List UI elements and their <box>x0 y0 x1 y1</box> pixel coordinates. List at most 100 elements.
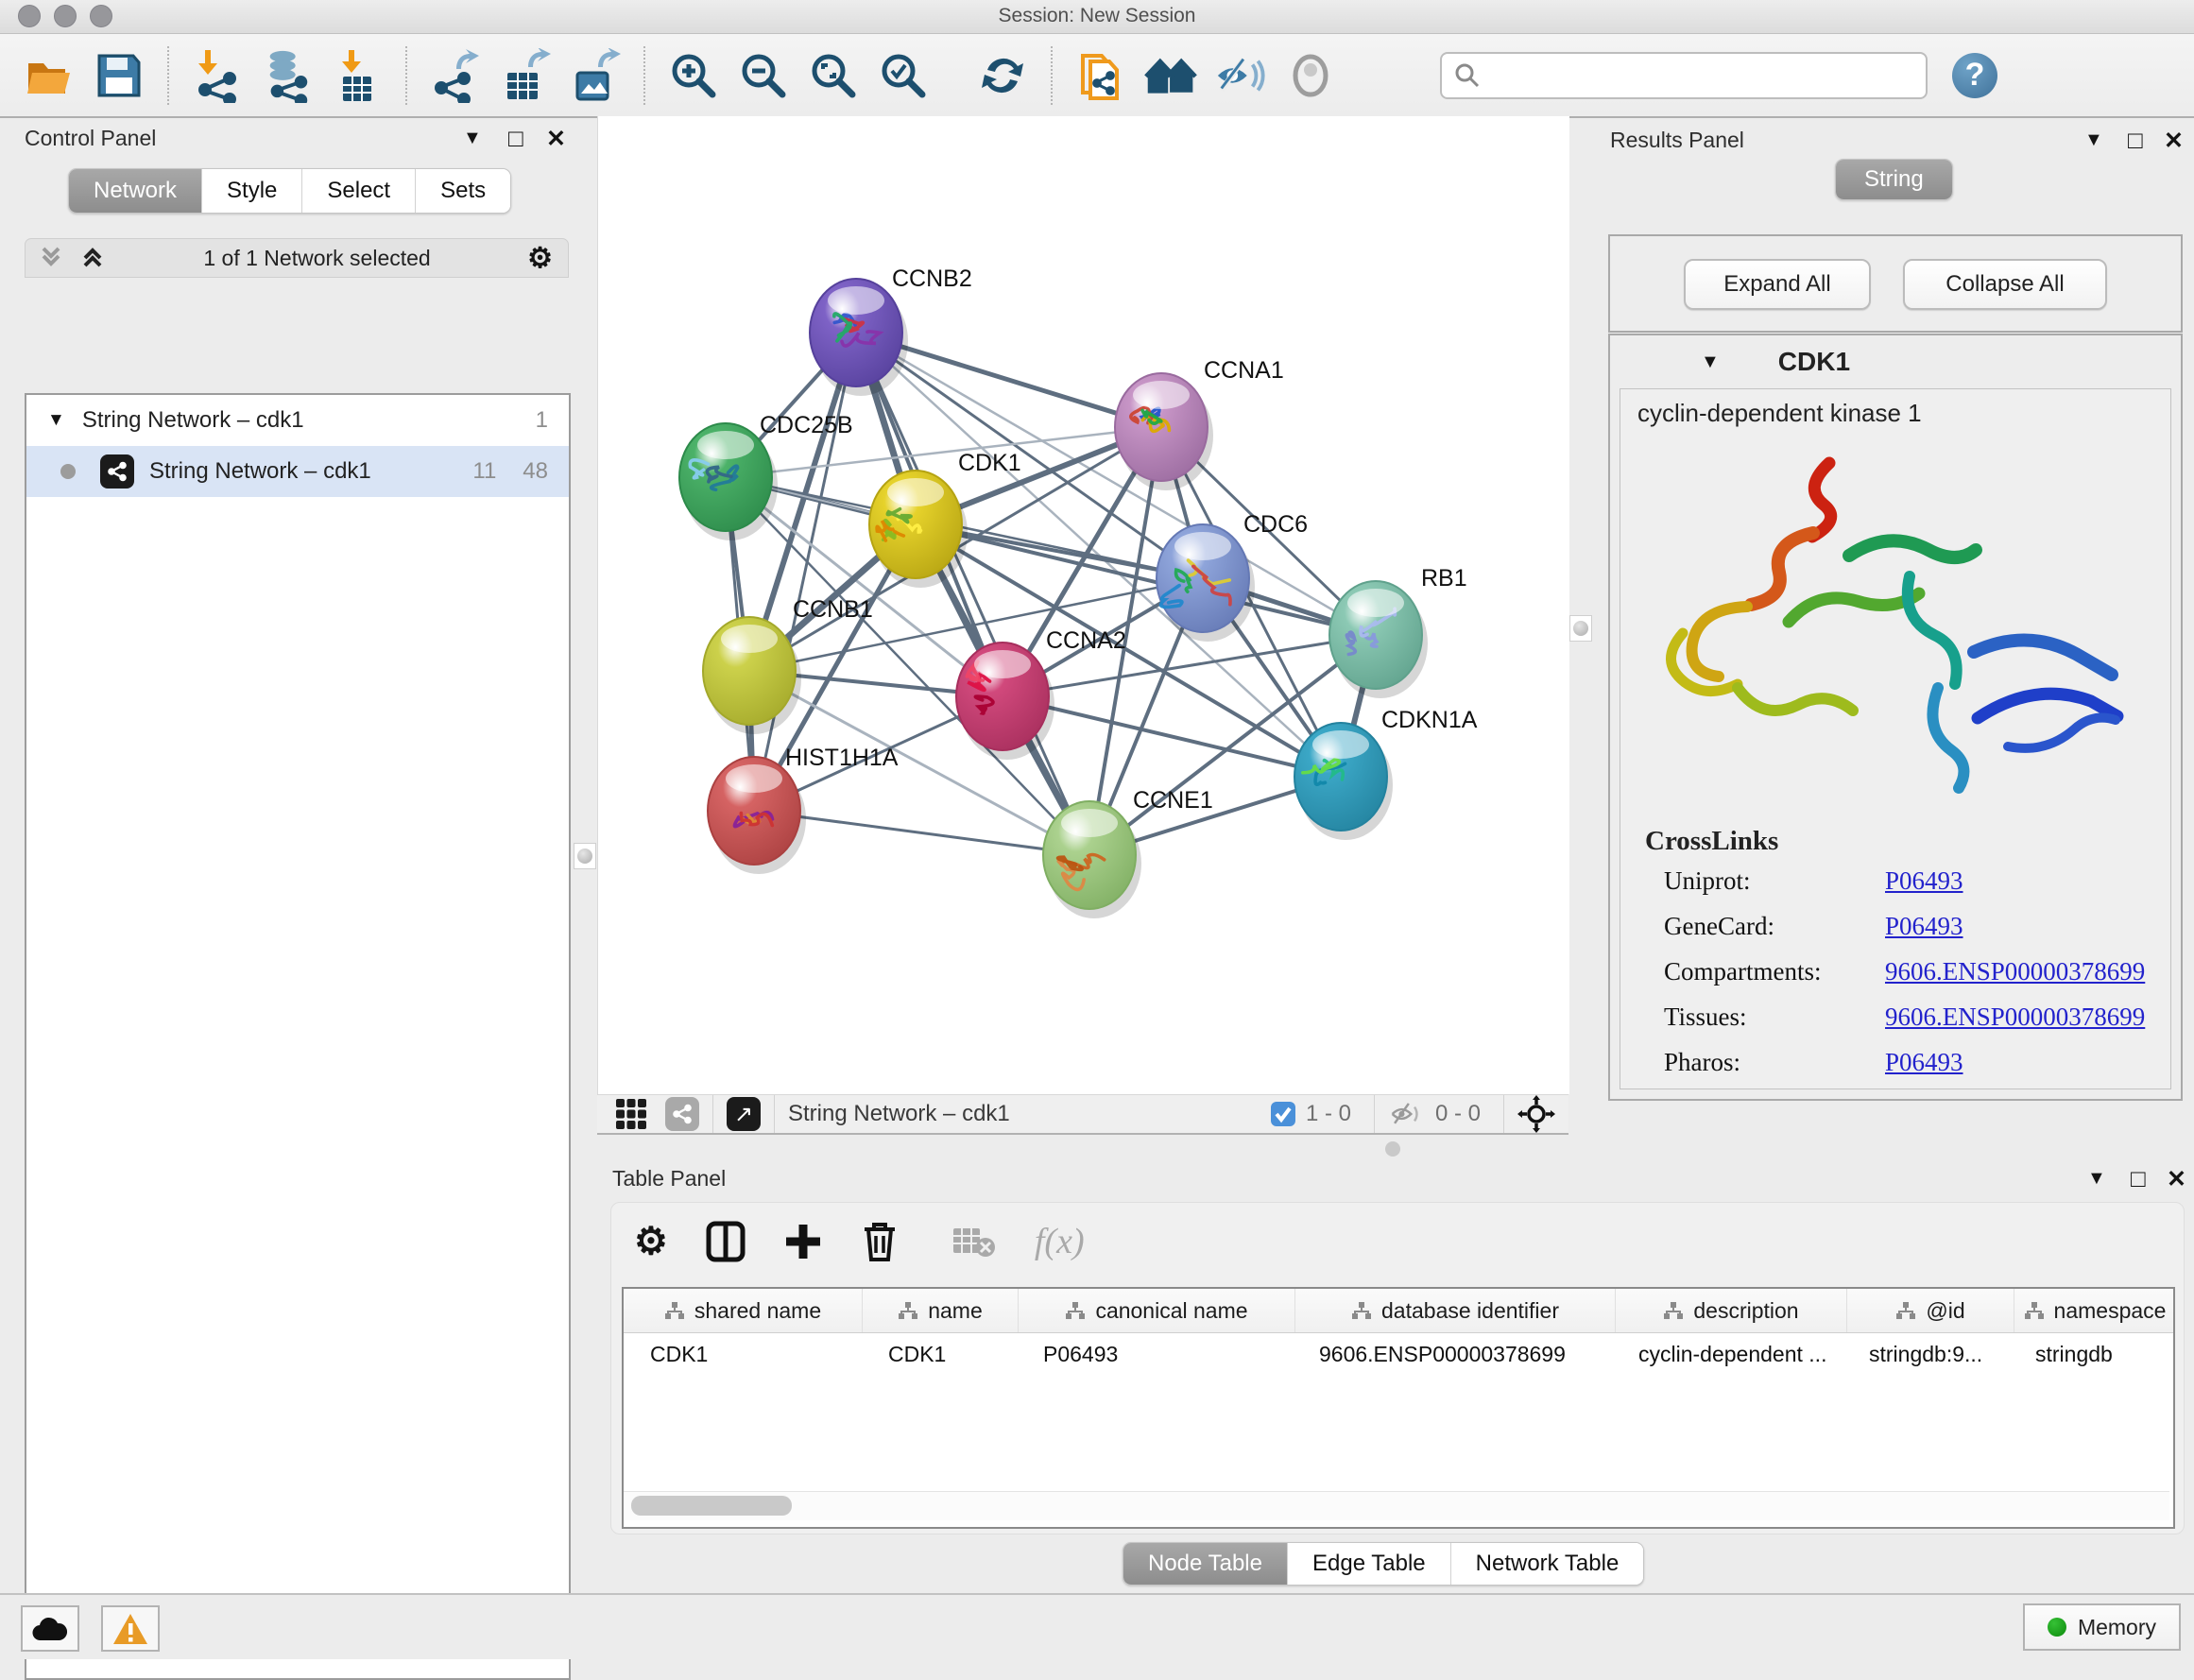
network-node[interactable]: CDC6 <box>1157 511 1308 642</box>
section-expander-icon[interactable]: ▼ <box>1701 351 1720 373</box>
hidden-eye-icon <box>1388 1099 1426 1129</box>
expand-all-button[interactable]: Expand All <box>1684 259 1871 310</box>
horizontal-splitter-handle[interactable] <box>1385 1141 1400 1157</box>
panel-float-icon[interactable]: □ <box>2131 1164 2146 1193</box>
expand-all-networks-icon[interactable] <box>37 245 65 271</box>
table-settings-gear-icon[interactable]: ⚙ <box>634 1220 668 1263</box>
export-image-button[interactable] <box>569 47 622 104</box>
string-network-graph[interactable]: CCNB2 CCNA1 CDC25BCDK1 CDC6RB1 CCNB1 CCNA2 CDK… <box>598 116 1569 1094</box>
network-node[interactable]: CCNE1 <box>1043 787 1213 918</box>
selected-checkbox-icon[interactable] <box>1270 1101 1296 1127</box>
zoom-selected-button[interactable] <box>877 47 930 104</box>
add-column-plus-icon[interactable] <box>783 1221 823 1262</box>
export-network-button[interactable] <box>429 47 482 104</box>
network-node[interactable]: CCNB2 <box>810 266 972 396</box>
scrollbar-thumb[interactable] <box>631 1496 792 1516</box>
search-input[interactable] <box>1482 62 1892 89</box>
panel-menu-icon[interactable]: ▼ <box>2087 1168 2106 1190</box>
tab-node-table[interactable]: Node Table <box>1123 1543 1287 1585</box>
birds-eye-view-icon[interactable]: ↗ <box>727 1097 761 1131</box>
column-header-shared-name[interactable]: shared name <box>624 1289 863 1332</box>
column-header-database-identifier[interactable]: database identifier <box>1295 1289 1616 1332</box>
tab-network[interactable]: Network <box>69 169 201 213</box>
tab-string[interactable]: String <box>1836 160 1952 199</box>
table-cell[interactable]: 9606.ENSP00000378699 <box>1293 1333 1612 1375</box>
import-network-from-database-button[interactable] <box>261 47 314 104</box>
network-canvas[interactable]: CCNB2 CCNA1 CDC25BCDK1 CDC6RB1 CCNB1 CCNA2 CDK… <box>597 116 1569 1094</box>
column-header-namespace[interactable]: namespace <box>2014 1289 2175 1332</box>
tab-network-table[interactable]: Network Table <box>1450 1543 1644 1585</box>
collapse-all-button[interactable]: Collapse All <box>1903 259 2107 310</box>
help-button[interactable]: ? <box>1952 53 1997 98</box>
network-node[interactable]: HIST1H1A <box>708 745 899 874</box>
crosslink-link[interactable]: P06493 <box>1885 1048 1963 1077</box>
table-cell[interactable]: P06493 <box>1017 1333 1293 1375</box>
string-home-button[interactable] <box>1144 47 1197 104</box>
right-splitter-handle[interactable] <box>1569 615 1592 642</box>
table-cell[interactable]: stringdb <box>2009 1333 2169 1375</box>
cloud-services-button[interactable] <box>21 1605 79 1652</box>
table-cell[interactable]: CDK1 <box>624 1333 862 1375</box>
column-header-canonical-name[interactable]: canonical name <box>1019 1289 1295 1332</box>
table-cell[interactable]: CDK1 <box>862 1333 1017 1375</box>
warnings-button[interactable] <box>101 1605 160 1652</box>
grid-view-icon[interactable] <box>612 1095 650 1133</box>
delete-trash-icon[interactable] <box>861 1220 899 1263</box>
network-node[interactable]: CDK1 <box>869 450 1021 588</box>
network-node[interactable]: CDC25B <box>679 412 853 540</box>
left-splitter-handle[interactable] <box>574 843 596 869</box>
network-node[interactable]: CCNA2 <box>956 627 1126 760</box>
column-header--id[interactable]: @id <box>1847 1289 2014 1332</box>
crosslink-link[interactable]: P06493 <box>1885 912 1963 941</box>
network-tree-root-row[interactable]: ▼ String Network – cdk1 1 <box>26 395 569 446</box>
zoom-out-button[interactable] <box>737 47 790 104</box>
show-graphics-details-button[interactable] <box>1284 47 1337 104</box>
import-network-button[interactable] <box>191 47 244 104</box>
network-node[interactable]: RB1 <box>1329 565 1467 698</box>
show-columns-icon[interactable] <box>706 1221 746 1262</box>
column-header-description[interactable]: description <box>1616 1289 1847 1332</box>
crosslink-link[interactable]: P06493 <box>1885 866 1963 896</box>
network-node[interactable]: CDKN1A <box>1294 707 1478 840</box>
tree-expander-icon[interactable]: ▼ <box>47 410 65 431</box>
tab-edge-table[interactable]: Edge Table <box>1287 1543 1450 1585</box>
network-tree-child-row[interactable]: String Network – cdk1 11 48 <box>26 446 569 497</box>
panel-float-icon[interactable]: □ <box>508 124 523 153</box>
zoom-in-button[interactable] <box>667 47 720 104</box>
fit-content-crosshair-icon[interactable] <box>1517 1095 1555 1133</box>
panel-menu-icon[interactable]: ▼ <box>463 128 482 149</box>
table-row[interactable]: CDK1CDK1P064939606.ENSP00000378699cyclin… <box>624 1333 2173 1375</box>
tab-style[interactable]: Style <box>201 169 301 213</box>
import-table-button[interactable] <box>331 47 384 104</box>
network-edge[interactable] <box>856 333 1089 855</box>
table-cell[interactable]: cyclin-dependent ... <box>1612 1333 1843 1375</box>
collapse-all-networks-icon[interactable] <box>78 245 107 271</box>
tab-sets[interactable]: Sets <box>415 169 510 213</box>
save-session-button[interactable] <box>93 47 146 104</box>
network-share-view-icon[interactable] <box>665 1097 699 1131</box>
apply-layout-button[interactable] <box>976 47 1029 104</box>
crosslink-link[interactable]: 9606.ENSP00000378699 <box>1885 1003 2145 1032</box>
network-node[interactable]: CCNA1 <box>1115 357 1284 490</box>
panel-close-icon[interactable]: ✕ <box>546 125 566 153</box>
network-view-toolbar: ↗ String Network – cdk1 1 - 0 0 - 0 <box>597 1094 1568 1135</box>
panel-close-icon[interactable]: ✕ <box>2167 1165 2186 1193</box>
panel-close-icon[interactable]: ✕ <box>2164 127 2184 155</box>
panel-menu-icon[interactable]: ▼ <box>2084 129 2103 151</box>
column-header-name[interactable]: name <box>863 1289 1019 1332</box>
zoom-fit-button[interactable] <box>807 47 860 104</box>
network-edge[interactable] <box>754 333 856 811</box>
network-options-gear-icon[interactable]: ⚙ <box>527 242 553 275</box>
clone-network-button[interactable] <box>1074 47 1127 104</box>
gene-section-header[interactable]: ▼ CDK1 <box>1610 335 2181 388</box>
export-table-button[interactable] <box>499 47 552 104</box>
panel-float-icon[interactable]: □ <box>2128 126 2143 155</box>
table-cell[interactable]: stringdb:9... <box>1843 1333 2009 1375</box>
table-horizontal-scrollbar[interactable] <box>624 1491 2169 1520</box>
network-node[interactable]: CCNB1 <box>703 596 873 734</box>
crosslink-link[interactable]: 9606.ENSP00000378699 <box>1885 957 2145 986</box>
memory-button[interactable]: Memory <box>2023 1603 2181 1651</box>
hide-glyphs-button[interactable] <box>1214 47 1267 104</box>
open-session-button[interactable] <box>23 47 76 104</box>
tab-select[interactable]: Select <box>301 169 415 213</box>
